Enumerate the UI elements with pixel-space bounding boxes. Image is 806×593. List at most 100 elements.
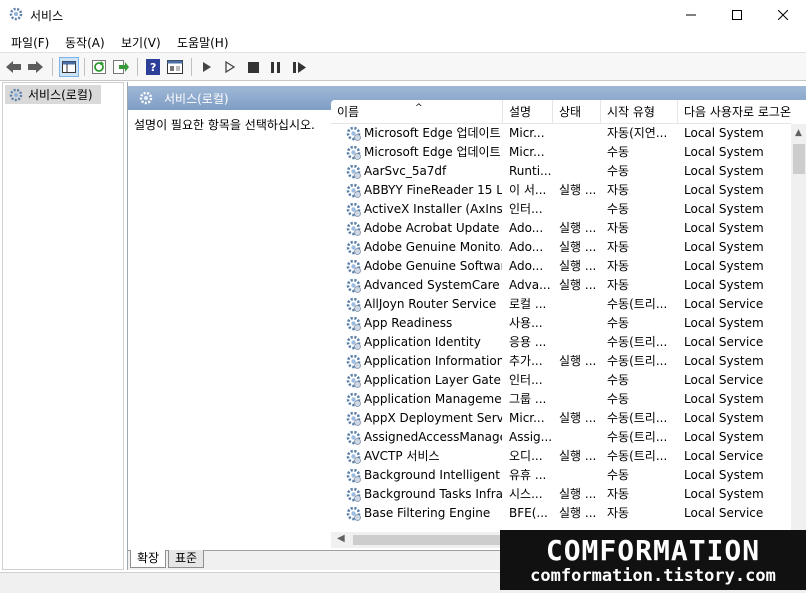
service-description: Ado... (509, 221, 544, 235)
restart-service-button[interactable] (290, 58, 308, 76)
service-row[interactable]: Base Filtering Engine BFE(... 실행 ... 자동 Loca… (331, 504, 791, 523)
service-name: ActiveX Installer (AxInst... (364, 202, 502, 216)
service-row[interactable]: Adobe Genuine Monito... Ado... 실행 ... 자동 Loc… (331, 238, 791, 257)
menu-file[interactable]: 파일(F) (11, 34, 49, 51)
title-bar: 서비스 (0, 0, 806, 30)
maximize-button[interactable] (714, 0, 760, 30)
service-logon-as: Local System (684, 354, 764, 368)
extended-description-area: 설명이 필요한 항목을 선택하십시오. (128, 110, 331, 546)
service-status: 실행 ... (559, 259, 597, 273)
minimize-button[interactable] (668, 0, 714, 30)
service-row[interactable]: Microsoft Edge 업데이트... Micr... 자동(지연... Loc… (331, 124, 791, 143)
column-header-status[interactable]: 상태 (553, 100, 601, 124)
service-name: Base Filtering Engine (364, 506, 491, 520)
column-header-name-label: 이름 (337, 105, 360, 119)
service-row[interactable]: AppX Deployment Servi... Micr... 실행 ... 수동(… (331, 409, 791, 428)
watermark-url: comformation.tistory.com (530, 566, 776, 586)
service-logon-as: Local System (684, 392, 764, 406)
show-console-tree-button[interactable] (59, 57, 79, 77)
service-status: 실행 ... (559, 240, 597, 254)
service-row[interactable]: App Readiness 사용... 수동 Local System (331, 314, 791, 333)
service-row[interactable]: Application Information 추가... 실행 ... 수동(트리.… (331, 352, 791, 371)
column-headers: ^ 이름 설명 상태 시작 유형 다음 사용자로 로그온 (331, 100, 791, 124)
service-name: Microsoft Edge 업데이트... (364, 145, 502, 159)
service-status (559, 162, 603, 181)
back-button[interactable] (5, 58, 23, 76)
menu-action[interactable]: 동작(A) (65, 34, 105, 51)
service-row[interactable]: Adobe Genuine Softwar... Ado... 실행 ... 자동 Lo… (331, 257, 791, 276)
services-list[interactable]: ^ 이름 설명 상태 시작 유형 다음 사용자로 로그온 Microsoft E… (331, 100, 806, 548)
service-gear-icon (345, 486, 362, 503)
service-row[interactable]: ActiveX Installer (AxInst... 인터... 수동 Local… (331, 200, 791, 219)
service-name: ABBYY FineReader 15 Li... (364, 183, 502, 197)
toolbar-separator (84, 58, 85, 76)
service-row[interactable]: Background Intelligent ... 유휴 ... 수동 Local … (331, 466, 791, 485)
forward-arrow-icon (28, 61, 43, 73)
service-description: 추가... (509, 354, 543, 368)
service-gear-icon (345, 429, 362, 446)
service-row[interactable]: Application Management 그룹 ... 수동 Local Syst… (331, 390, 791, 409)
service-logon-as: Local System (684, 259, 764, 273)
start-service-alt-button[interactable] (221, 58, 239, 76)
forward-button[interactable] (27, 58, 45, 76)
console-tree: 서비스(로컬) (2, 82, 124, 570)
service-row[interactable]: Microsoft Edge 업데이트... Micr... 수동 Local Sys… (331, 143, 791, 162)
pause-service-button[interactable] (267, 58, 285, 76)
service-description: 응용 ... (509, 335, 547, 349)
service-startup-type: 수동(트리... (607, 335, 668, 349)
service-row[interactable]: AllJoyn Router Service 로컬 ... 수동(트리... Loca… (331, 295, 791, 314)
menu-help[interactable]: 도움말(H) (177, 34, 229, 51)
service-row[interactable]: Background Tasks Infras... 시스... 실행 ... 자동 L… (331, 485, 791, 504)
service-status (559, 124, 603, 143)
column-header-startup-type[interactable]: 시작 유형 (601, 100, 678, 124)
service-gear-icon (345, 163, 362, 180)
tab-standard[interactable]: 표준 (168, 550, 205, 568)
refresh-button[interactable] (90, 58, 108, 76)
scroll-up-icon[interactable]: ▲ (795, 128, 802, 138)
service-status (559, 333, 603, 352)
stop-service-button[interactable] (244, 58, 262, 76)
service-startup-type: 자동 (607, 506, 630, 520)
vertical-scrollbar[interactable]: ▲ ▼ (791, 124, 806, 548)
service-startup-type: 수동(트리... (607, 411, 668, 425)
service-description: BFE(... (509, 506, 548, 520)
toolbar: ? (0, 52, 806, 81)
tree-item-services-local[interactable]: 서비스(로컬) (5, 85, 101, 104)
export-list-button[interactable] (112, 58, 130, 76)
service-row[interactable]: Application Layer Gate... 인터... 수동 Local Se… (331, 371, 791, 390)
menu-view[interactable]: 보기(V) (121, 34, 161, 51)
service-gear-icon (345, 182, 362, 199)
service-startup-type: 수동(트리... (607, 430, 668, 444)
service-name: Background Intelligent ... (364, 468, 502, 482)
service-gear-icon (345, 144, 362, 161)
column-header-description[interactable]: 설명 (503, 100, 553, 124)
column-header-name[interactable]: ^ 이름 (331, 100, 503, 124)
service-row[interactable]: Adobe Acrobat Update ... Ado... 실행 ... 자동 Lo… (331, 219, 791, 238)
service-description: Runti... (509, 164, 552, 178)
service-status (559, 371, 603, 390)
service-row[interactable]: AVCTP 서비스 오디... 실행 ... 수동(트리... Local Servic… (331, 447, 791, 466)
service-startup-type: 수동(트리... (607, 354, 668, 368)
service-name: Application Layer Gate... (364, 373, 502, 387)
service-row[interactable]: AarSvc_5a7df Runti... 수동 Local System (331, 162, 791, 181)
close-button[interactable] (760, 0, 806, 30)
tab-extended[interactable]: 확장 (130, 550, 167, 568)
service-description: Micr... (509, 411, 545, 425)
scroll-left-icon[interactable]: ◀ (337, 533, 345, 544)
start-service-button[interactable] (198, 58, 216, 76)
help-button[interactable]: ? (144, 58, 162, 76)
service-row[interactable]: Application Identity 응용 ... 수동(트리... Local … (331, 333, 791, 352)
properties-button[interactable] (166, 58, 184, 76)
svg-text:?: ? (150, 61, 156, 74)
service-logon-as: Local System (684, 487, 764, 501)
maximize-icon (732, 10, 742, 20)
pane-title: 서비스(로컬) (164, 92, 229, 106)
vertical-scroll-thumb[interactable] (793, 144, 805, 174)
service-status: 실행 ... (559, 449, 597, 463)
column-header-logon-as[interactable]: 다음 사용자로 로그온 (678, 100, 791, 124)
service-row[interactable]: Advanced SystemCare ... Adva... 실행 ... 자동 Lo… (331, 276, 791, 295)
service-gear-icon (345, 201, 362, 218)
service-row[interactable]: ABBYY FineReader 15 Li... 이 서... 실행 ... 자동 L… (331, 181, 791, 200)
service-row[interactable]: AssignedAccessManage... Assig... 수동(트리... L… (331, 428, 791, 447)
service-description: 인터... (509, 373, 543, 387)
